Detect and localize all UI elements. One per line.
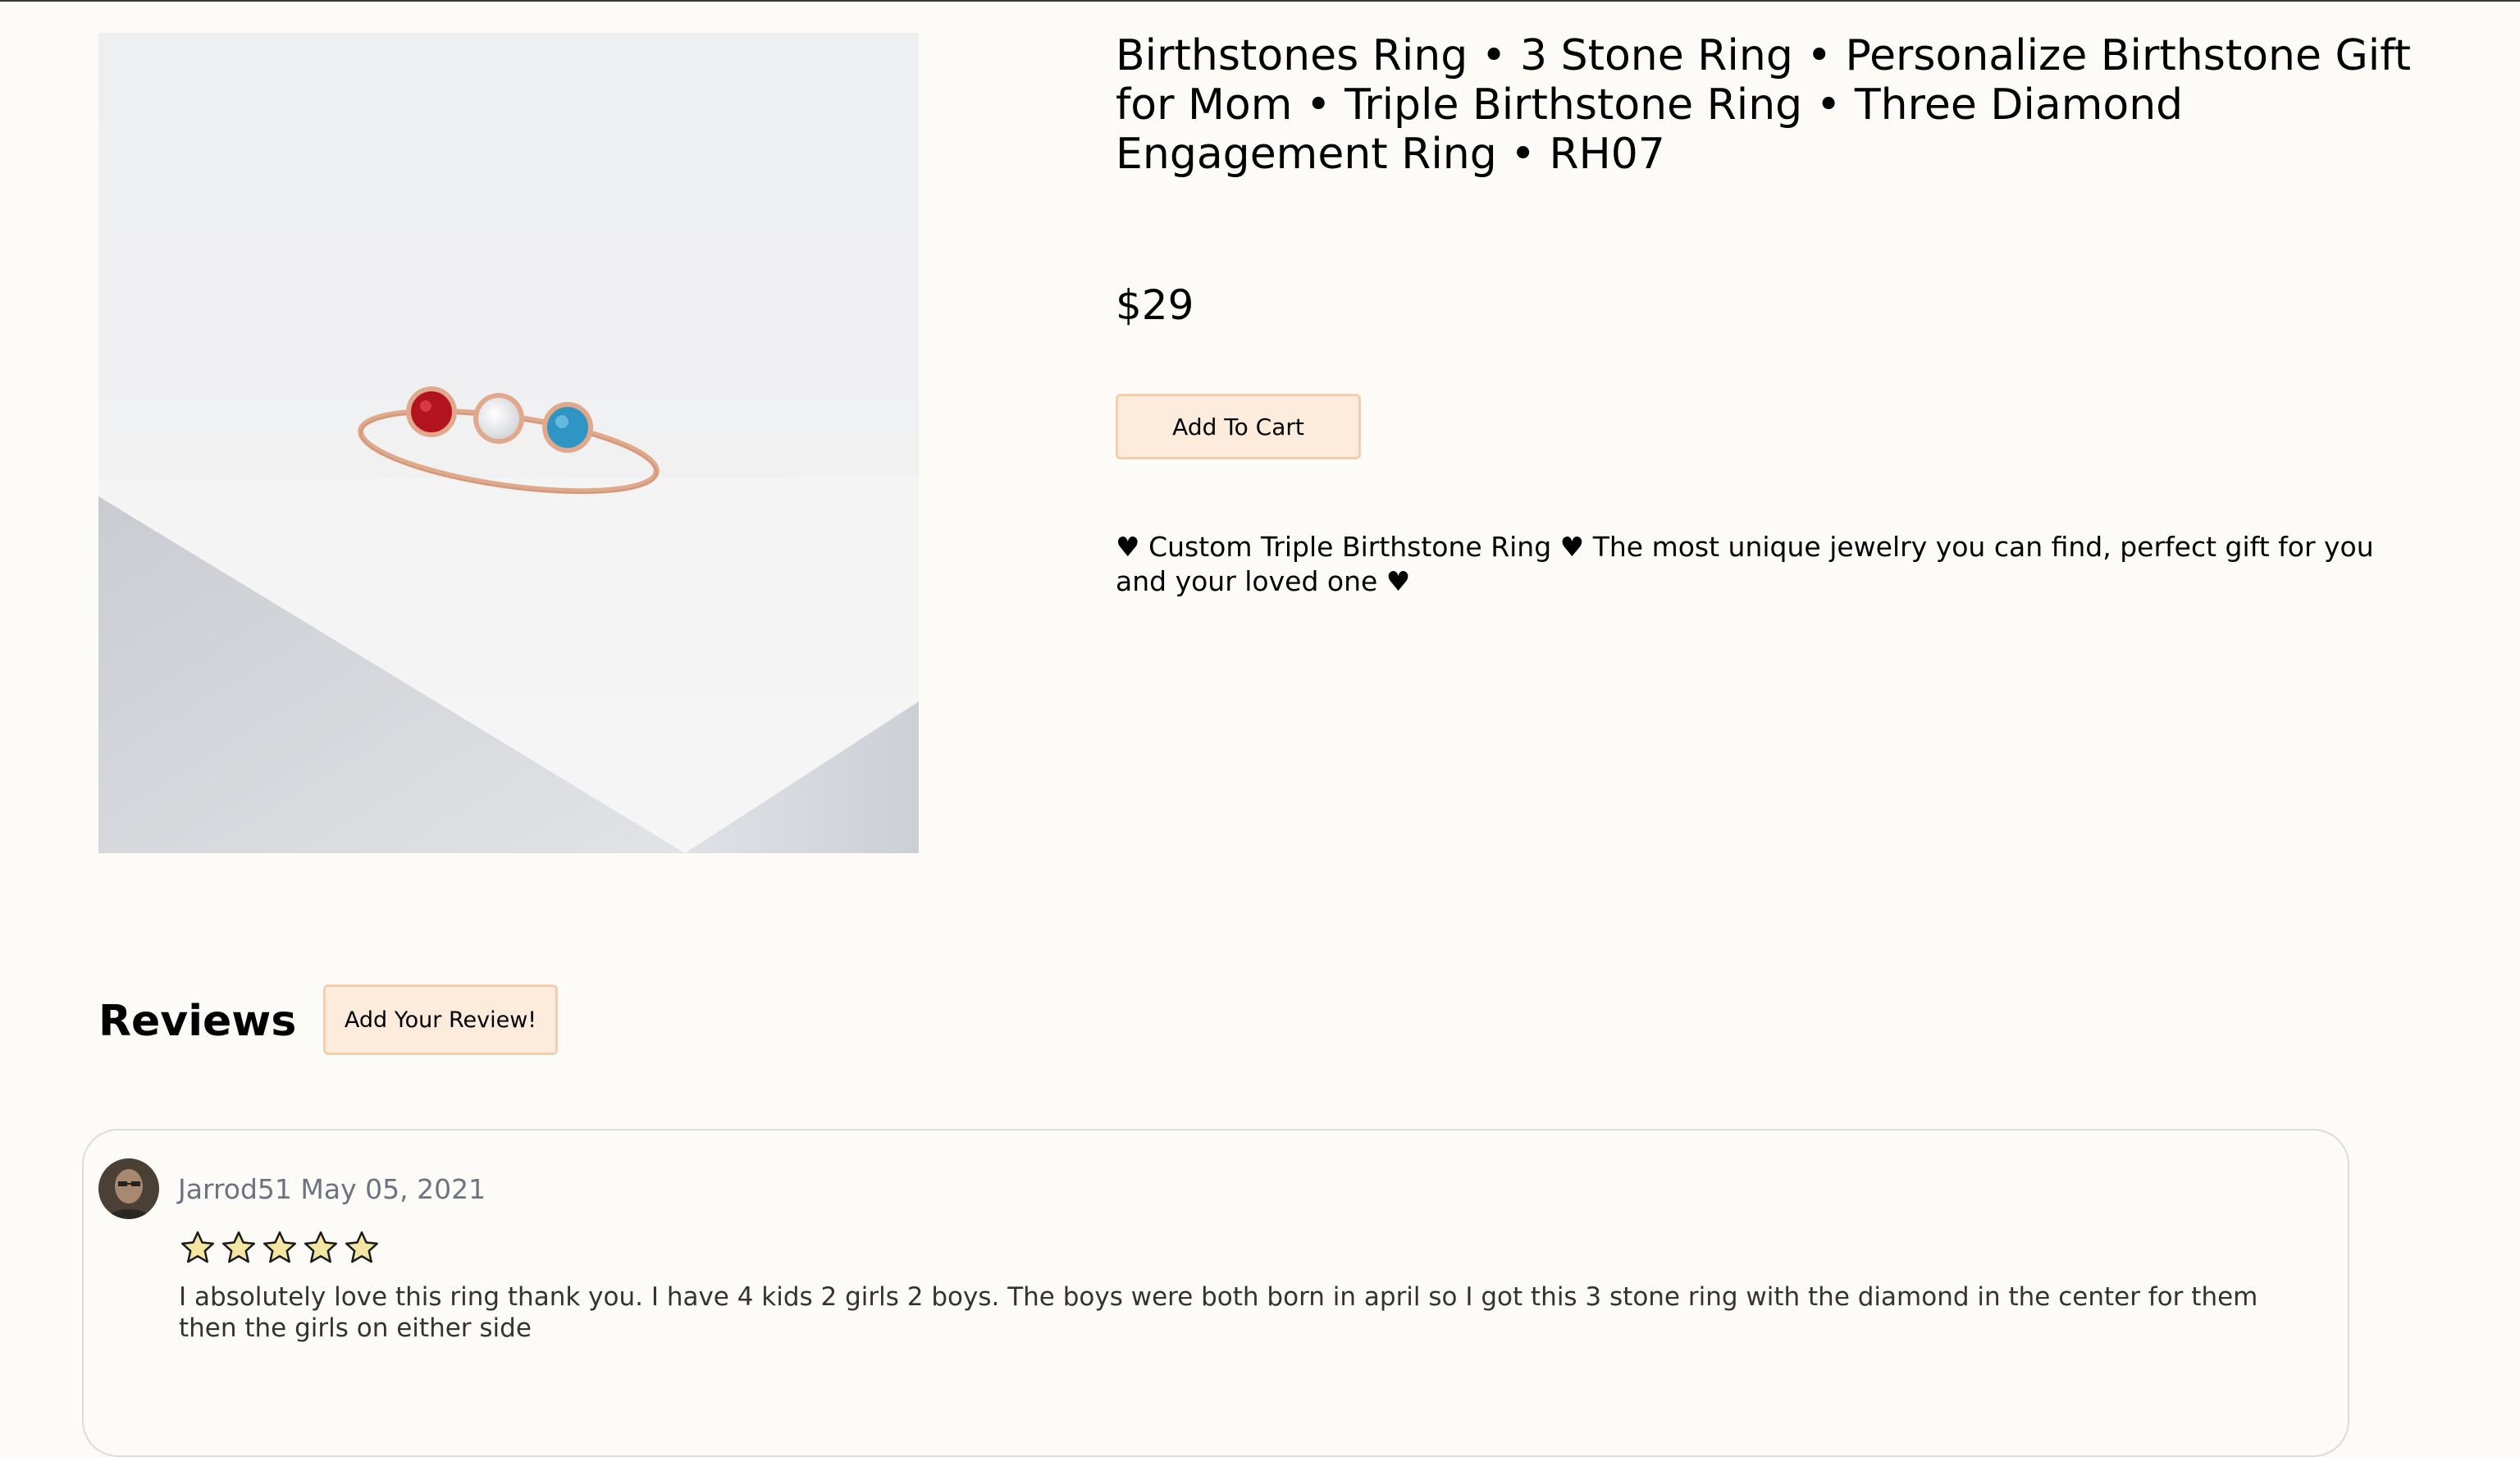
reviews-heading: Reviews bbox=[98, 997, 297, 1046]
product-image bbox=[98, 33, 919, 853]
product-description: ♥ Custom Triple Birthstone Ring ♥ The mo… bbox=[1116, 531, 2374, 597]
star-icon bbox=[262, 1231, 297, 1263]
add-to-cart-button[interactable]: Add To Cart bbox=[1116, 394, 1361, 459]
user-avatar-icon bbox=[98, 1158, 159, 1219]
add-review-button[interactable]: Add Your Review! bbox=[323, 984, 558, 1055]
review-meta: Jarrod51 May 05, 2021 bbox=[178, 1172, 486, 1208]
reviewer-avatar bbox=[98, 1158, 159, 1219]
product-price: $29 bbox=[1116, 281, 1194, 329]
review-author: Jarrod51 bbox=[178, 1173, 292, 1205]
review-text: I absolutely love this ring thank you. I… bbox=[179, 1282, 2258, 1343]
star-icon bbox=[221, 1231, 256, 1263]
review-date: May 05, 2021 bbox=[300, 1173, 486, 1205]
product-title: Birthstones Ring • 3 Stone Ring • Person… bbox=[1116, 31, 2412, 179]
ring-photo bbox=[98, 33, 919, 853]
star-icon bbox=[345, 1231, 379, 1263]
star-icon bbox=[180, 1231, 215, 1263]
top-rule bbox=[0, 0, 2520, 2]
review-rating bbox=[179, 1229, 381, 1270]
star-icon bbox=[304, 1231, 338, 1263]
